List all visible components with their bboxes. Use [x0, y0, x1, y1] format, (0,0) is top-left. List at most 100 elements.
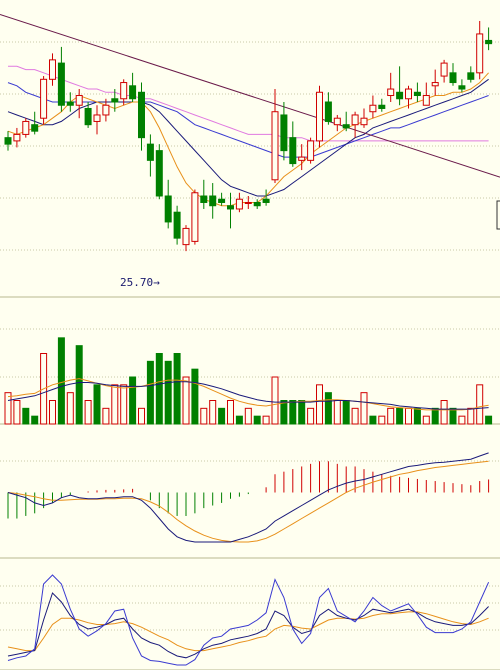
volume-bar [22, 407, 30, 425]
candle [289, 137, 297, 165]
candle [307, 140, 315, 161]
volume-bar [476, 384, 484, 425]
volume-bar [253, 415, 261, 425]
volume-bar [75, 345, 83, 425]
volume-bar [111, 384, 119, 425]
candle [191, 192, 199, 242]
candle [413, 91, 421, 97]
candle [316, 91, 323, 142]
volume-bar [449, 407, 457, 425]
volume-bar [66, 392, 74, 425]
candle [262, 198, 270, 203]
volume-bar [49, 400, 56, 425]
candle [298, 156, 306, 161]
candle [333, 117, 341, 126]
candle [111, 98, 119, 103]
candle [146, 143, 154, 161]
volume-bar [57, 337, 65, 425]
volume-bar [431, 407, 439, 425]
candle [449, 72, 457, 84]
macd-dea-line [7, 460, 489, 543]
volume-bar [289, 400, 297, 425]
candle [405, 88, 412, 100]
volume-bar [262, 415, 270, 425]
low-price-annotation: 25.70→ [120, 276, 160, 289]
volume-bar [102, 407, 110, 425]
volume-bar [440, 400, 448, 425]
candle [440, 62, 448, 77]
candle [467, 72, 475, 80]
volume-bar [316, 384, 323, 425]
candle [155, 150, 163, 197]
candle [182, 227, 190, 246]
volume-bar [405, 407, 412, 425]
candle [49, 59, 56, 80]
volume-bar [422, 415, 430, 425]
candle [173, 211, 181, 239]
candle [351, 114, 359, 126]
volume-bar [146, 360, 154, 425]
volume-bar [93, 384, 101, 425]
volume-bar [413, 407, 421, 425]
candle [324, 101, 332, 122]
candle [93, 114, 101, 122]
candle [342, 124, 350, 129]
volume-bar [333, 400, 341, 425]
volume-bar [342, 400, 350, 425]
candle [218, 198, 226, 203]
candle [138, 91, 145, 139]
volume-bar [307, 407, 315, 425]
volume-bar [4, 392, 12, 425]
volume-bar [387, 407, 395, 425]
candle [120, 82, 128, 100]
volume-bar [271, 376, 279, 425]
volume-bar [13, 400, 21, 425]
volume-bar [218, 407, 226, 425]
candle [227, 205, 234, 210]
candle [164, 195, 172, 223]
volume-bar [209, 400, 217, 425]
candle [40, 78, 48, 119]
stock-chart: 25.70→ [0, 0, 500, 670]
volume-bar [138, 407, 145, 425]
grid-lines [0, 41, 500, 670]
volume-bar [182, 376, 190, 425]
volume-bar [351, 407, 359, 425]
volume-bar [458, 415, 466, 425]
volume-panel [4, 337, 493, 425]
candle [360, 117, 368, 126]
candle [280, 114, 288, 152]
volume-bar [360, 392, 368, 425]
volume-bar [200, 407, 208, 425]
candle [378, 104, 386, 109]
candle [13, 133, 21, 142]
volume-bar [298, 400, 306, 425]
candle [84, 107, 92, 126]
candle [485, 39, 493, 45]
volume-bar [280, 400, 288, 425]
candle [458, 85, 466, 90]
candle [431, 82, 439, 87]
candle [4, 137, 12, 145]
candle [244, 201, 252, 204]
volume-bar [467, 407, 475, 425]
volume-bar [120, 384, 128, 425]
volume-bar [155, 353, 163, 425]
candle [75, 95, 83, 106]
candle [102, 104, 110, 116]
volume-bar [84, 400, 92, 425]
volume-bar [369, 415, 377, 425]
chart-canvas: 25.70→ [0, 14, 500, 670]
candle [369, 104, 377, 113]
candle [209, 195, 217, 207]
candle [235, 198, 243, 210]
candle [396, 91, 404, 100]
volume-bar [485, 415, 493, 425]
candle [22, 120, 30, 135]
candle [271, 111, 279, 181]
candle [387, 88, 395, 97]
volume-bar [191, 368, 199, 425]
volume-bar [31, 415, 39, 425]
candle [476, 33, 484, 74]
candle [422, 95, 430, 106]
